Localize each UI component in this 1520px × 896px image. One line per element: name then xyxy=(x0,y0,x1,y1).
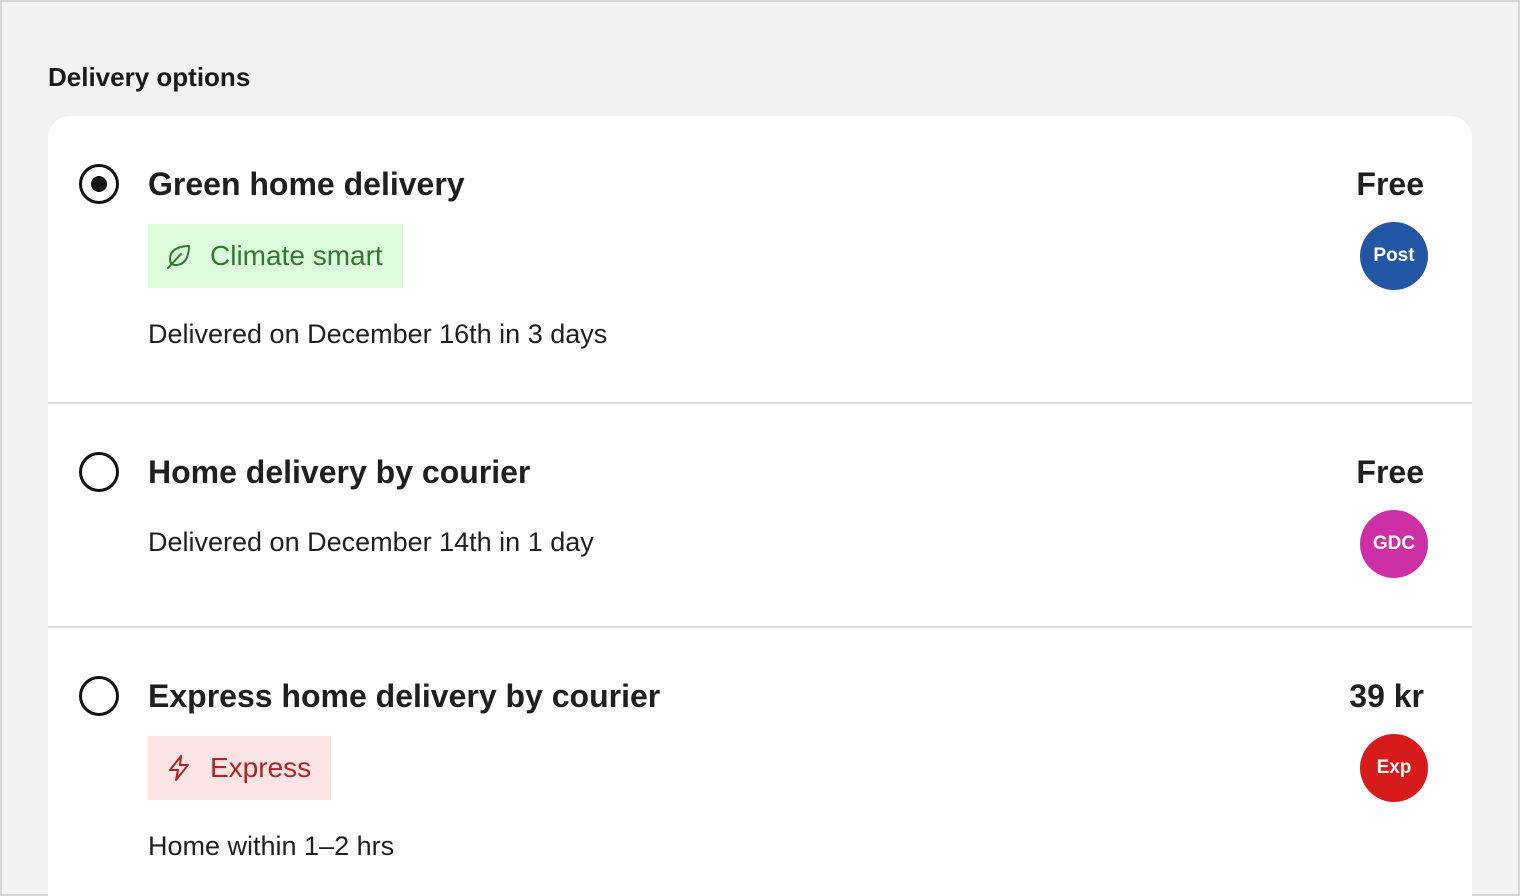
carrier-logo-exp: Exp xyxy=(1360,734,1428,802)
lightning-icon xyxy=(164,753,194,783)
radio-button[interactable] xyxy=(79,452,119,492)
option-title: Express home delivery by courier xyxy=(148,678,661,714)
radio-button-selected[interactable] xyxy=(79,164,119,204)
delivery-option-green-home[interactable]: Green home delivery Free Climate smart D… xyxy=(48,116,1472,404)
delivery-option-courier[interactable]: Home delivery by courier Free Delivered … xyxy=(48,404,1472,628)
carrier-logo-post: Post xyxy=(1360,222,1428,290)
option-description: Home within 1–2 hrs xyxy=(148,831,395,861)
radio-dot xyxy=(91,176,107,192)
option-description: Delivered on December 14th in 1 day xyxy=(148,527,594,557)
express-badge: Express xyxy=(148,736,332,800)
section-title: Delivery options xyxy=(48,62,251,92)
badge-label: Climate smart xyxy=(210,240,383,271)
option-price: 39 kr xyxy=(1349,678,1424,714)
option-title: Green home delivery xyxy=(148,166,465,202)
option-price: Free xyxy=(1356,454,1424,490)
badge-label: Express xyxy=(210,752,312,783)
delivery-options-card: Green home delivery Free Climate smart D… xyxy=(48,116,1472,896)
option-price: Free xyxy=(1356,166,1424,202)
option-title: Home delivery by courier xyxy=(148,454,531,490)
radio-button[interactable] xyxy=(79,676,119,716)
option-description: Delivered on December 16th in 3 days xyxy=(148,319,608,349)
climate-smart-badge: Climate smart xyxy=(148,224,403,288)
delivery-option-express[interactable]: Express home delivery by courier 39 kr E… xyxy=(48,628,1472,896)
carrier-logo-gdc: GDC xyxy=(1360,510,1428,578)
leaf-icon xyxy=(164,241,194,271)
